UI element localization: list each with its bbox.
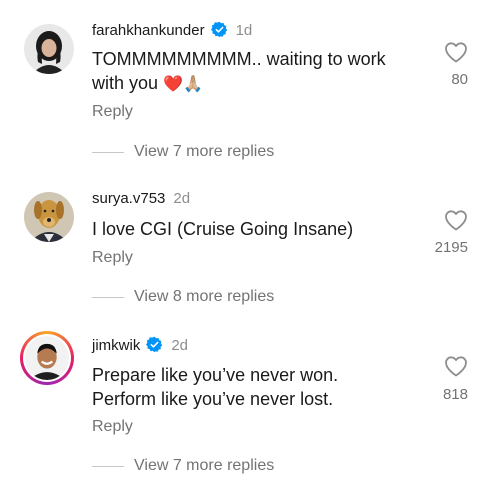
like-button[interactable] <box>444 41 468 63</box>
username[interactable]: farahkhankunder <box>92 22 205 39</box>
reply-button[interactable]: Reply <box>92 418 133 436</box>
like-count: 80 <box>451 71 468 88</box>
comment-time: 2d <box>173 190 191 207</box>
view-more-replies-label: View 8 more replies <box>134 288 275 305</box>
comment-text: Prepare like you’ve never won. Perform l… <box>92 363 432 411</box>
like-button[interactable] <box>444 209 468 231</box>
comment-header: surya.v753 2d <box>92 190 190 208</box>
comment-time: 2d <box>171 337 189 354</box>
avatar[interactable] <box>20 331 74 385</box>
emoji-heart-pray: ❤️🙏🏼 <box>163 76 203 93</box>
comment-header: farahkhankunder 1d <box>92 21 252 40</box>
verified-badge-icon <box>210 21 227 38</box>
comment-time: 1d <box>235 22 253 39</box>
reply-button[interactable]: Reply <box>92 103 133 121</box>
reply-button[interactable]: Reply <box>92 249 133 267</box>
username[interactable]: surya.v753 <box>92 190 165 207</box>
like-button[interactable] <box>444 355 468 377</box>
avatar-image <box>25 336 69 380</box>
like-count: 2195 <box>434 239 468 256</box>
heart-outline-icon <box>445 356 467 377</box>
heart-outline-icon <box>445 210 467 231</box>
comment-text-line-part: with you <box>92 73 159 93</box>
heart-outline-icon <box>445 42 467 63</box>
like-count: 818 <box>442 386 468 403</box>
comment-text-line: with you ❤️🙏🏼 <box>92 71 432 97</box>
username[interactable]: jimkwik <box>92 337 140 354</box>
comment-text-line: I love CGI (Cruise Going Insane) <box>92 219 354 239</box>
divider-line <box>92 152 124 153</box>
verified-badge-icon <box>146 336 163 353</box>
comment-text-line: Perform like you’ve never lost. <box>92 389 334 409</box>
avatar[interactable] <box>24 192 74 242</box>
divider-line <box>92 297 124 298</box>
avatar-inner <box>23 334 71 382</box>
comment-header: jimkwik 2d <box>92 336 188 355</box>
comment-text: TOMMMMMMMMM.. waiting to work with you ❤… <box>92 47 432 97</box>
avatar[interactable] <box>24 24 74 74</box>
comment-text-line: Prepare like you’ve never won. <box>92 365 339 385</box>
view-more-replies-label: View 7 more replies <box>134 143 275 160</box>
divider-line <box>92 466 124 467</box>
comment-text: I love CGI (Cruise Going Insane) <box>92 217 432 241</box>
view-more-replies-label: View 7 more replies <box>134 457 275 474</box>
comment-text-line: TOMMMMMMMMM.. waiting to work <box>92 49 386 69</box>
